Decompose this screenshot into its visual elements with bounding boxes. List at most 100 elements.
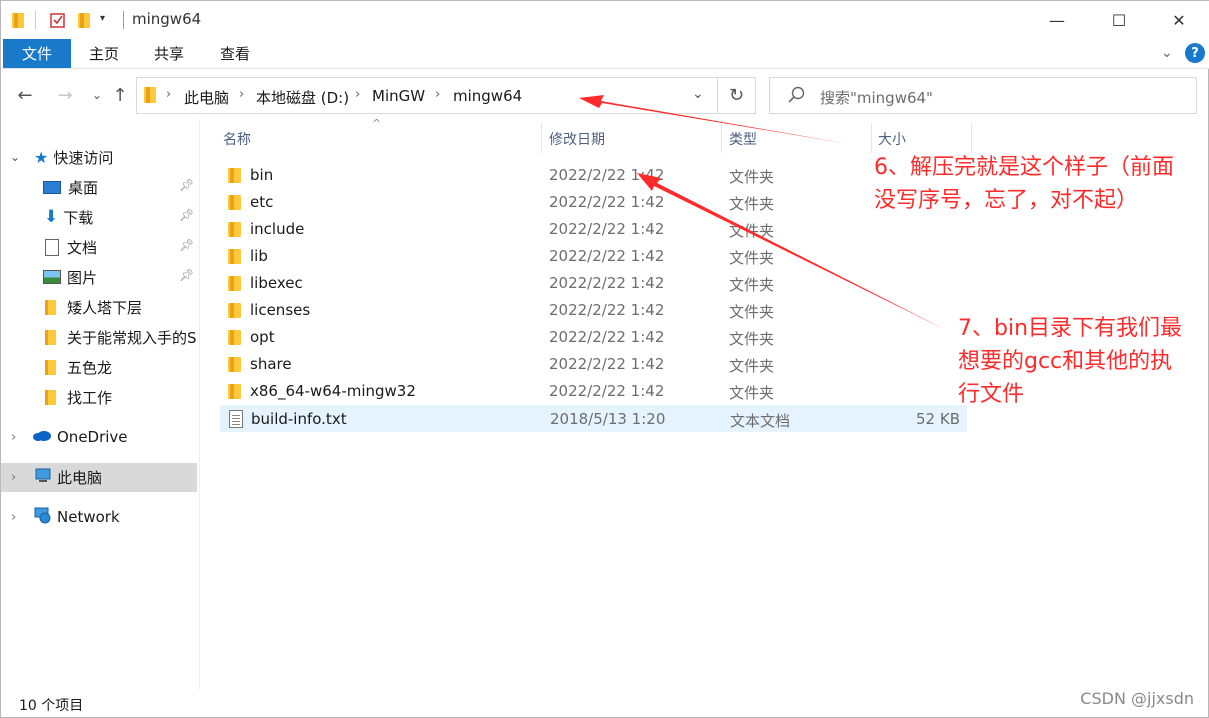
properties-icon[interactable] — [49, 11, 67, 29]
tab-home[interactable]: 主页 — [79, 39, 129, 68]
sidebar-item-downloads[interactable]: ⬇ 下载 📌︎ — [1, 203, 197, 231]
file-type: 文件夹 — [729, 168, 775, 186]
chevron-right-icon[interactable]: › — [11, 430, 25, 445]
address-dropdown-icon[interactable]: ⌄ — [692, 86, 704, 102]
breadcrumb-local-disk[interactable]: 本地磁盘 (D:) — [256, 87, 349, 108]
file-row[interactable]: build-info.txt 2018/5/13 1:20 文本文档 52 KB — [220, 405, 967, 432]
sidebar-item-folder[interactable]: 五色龙 — [1, 353, 197, 381]
folder-icon — [45, 299, 56, 315]
pin-icon: 📌︎ — [179, 238, 195, 252]
maximize-button[interactable]: ☐ — [1088, 1, 1150, 39]
file-name: x86_64-w64-mingw32 — [250, 382, 416, 400]
customize-toolbar-icon[interactable]: ▾ — [100, 13, 110, 31]
pin-icon: 📌︎ — [179, 208, 195, 222]
download-arrow-icon: ⬇ — [44, 207, 59, 227]
sidebar-item-onedrive[interactable]: › OneDrive — [1, 423, 197, 451]
annotation-note-6: 6、解压完就是这个样子（前面 没写序号，忘了，对不起） — [874, 155, 1174, 213]
expand-ribbon-icon[interactable]: ⌄ — [1161, 45, 1173, 61]
search-input[interactable]: 搜索"mingw64" — [820, 87, 933, 108]
column-resize-handle[interactable] — [541, 123, 542, 153]
sidebar-item-network[interactable]: › Network — [1, 503, 197, 531]
column-resize-handle[interactable] — [871, 123, 872, 153]
file-name: build-info.txt — [251, 410, 347, 428]
column-header-name[interactable]: 名称 — [223, 129, 251, 149]
file-name: bin — [250, 166, 274, 184]
sidebar-item-folder[interactable]: 找工作 — [1, 383, 197, 411]
search-box[interactable]: 搜索"mingw64" — [769, 77, 1197, 114]
file-type: 文件夹 — [729, 195, 775, 213]
sidebar-item-folder[interactable]: 矮人塔下层 — [1, 293, 197, 321]
column-header-type[interactable]: 类型 — [729, 129, 757, 149]
file-name: lib — [250, 247, 268, 265]
sidebar-item-folder[interactable]: 关于能常规入手的S — [1, 323, 197, 351]
folder-icon — [11, 11, 25, 29]
tab-share[interactable]: 共享 — [143, 39, 195, 68]
file-row[interactable]: share 2022/2/22 1:42 文件夹 — [220, 351, 967, 378]
new-folder-icon[interactable] — [77, 11, 91, 29]
sidebar-item-desktop[interactable]: 桌面 📌︎ — [1, 173, 197, 201]
chevron-down-icon[interactable]: ⌄ — [10, 150, 24, 164]
file-name: opt — [250, 328, 275, 346]
file-row[interactable]: licenses 2022/2/22 1:42 文件夹 — [220, 297, 967, 324]
file-type: 文件夹 — [729, 222, 775, 240]
file-size: 52 KB — [916, 410, 960, 428]
back-arrow-icon[interactable]: ← — [13, 83, 37, 107]
sidebar-item-quick-access[interactable]: ⌄ ★ 快速访问 — [1, 143, 197, 171]
breadcrumb-mingw64[interactable]: mingw64 — [453, 87, 522, 105]
column-resize-handle[interactable] — [971, 123, 972, 153]
column-header-date[interactable]: 修改日期 — [549, 129, 605, 149]
folder-icon — [45, 389, 56, 405]
file-type: 文件夹 — [729, 276, 775, 294]
sidebar-item-pictures[interactable]: 图片 📌︎ — [1, 263, 197, 291]
pin-icon: 📌︎ — [179, 268, 195, 282]
file-row[interactable]: bin 2022/2/22 1:42 文件夹 — [220, 162, 967, 189]
folder-icon — [45, 359, 56, 375]
file-name: share — [250, 355, 292, 373]
tab-view[interactable]: 查看 — [209, 39, 261, 68]
computer-icon — [34, 468, 52, 488]
chevron-right-icon: › — [355, 87, 361, 102]
recent-locations-icon[interactable]: ⌄ — [85, 83, 109, 107]
file-date: 2022/2/22 1:42 — [549, 382, 665, 400]
file-row[interactable]: include 2022/2/22 1:42 文件夹 — [220, 216, 967, 243]
chevron-right-icon: › — [239, 87, 245, 102]
file-row[interactable]: x86_64-w64-mingw32 2022/2/22 1:42 文件夹 — [220, 378, 967, 405]
file-date: 2022/2/22 1:42 — [549, 355, 665, 373]
pin-icon: 📌︎ — [179, 178, 195, 192]
file-date: 2022/2/22 1:42 — [549, 166, 665, 184]
file-type: 文件夹 — [729, 384, 775, 402]
help-icon[interactable]: ? — [1185, 43, 1205, 63]
file-name: include — [250, 220, 305, 238]
chevron-right-icon[interactable]: › — [11, 470, 25, 485]
column-header-size[interactable]: 大小 — [878, 129, 906, 149]
close-button[interactable]: ✕ — [1148, 1, 1209, 39]
minimize-button[interactable]: — — [1026, 1, 1088, 39]
window-title: mingw64 — [132, 10, 202, 28]
refresh-icon[interactable]: ↻ — [718, 77, 756, 114]
column-resize-handle[interactable] — [721, 123, 722, 153]
file-type: 文件夹 — [729, 303, 775, 321]
file-type: 文本文档 — [730, 412, 791, 430]
chevron-right-icon: › — [435, 87, 441, 102]
chevron-right-icon[interactable]: › — [11, 510, 25, 525]
folder-icon — [228, 384, 241, 399]
address-bar[interactable]: › 此电脑 › 本地磁盘 (D:) › MinGW › mingw64 ⌄ — [136, 77, 718, 114]
file-type: 文件夹 — [729, 249, 775, 267]
breadcrumb-this-pc[interactable]: 此电脑 — [184, 87, 229, 108]
sidebar-item-documents[interactable]: 文档 📌︎ — [1, 233, 197, 261]
up-arrow-icon[interactable]: ↑ — [108, 83, 132, 107]
forward-arrow-icon[interactable]: → — [53, 83, 77, 107]
text-file-icon — [229, 410, 243, 428]
folder-icon — [228, 330, 241, 345]
file-type: 文件夹 — [729, 330, 775, 348]
sidebar-item-this-pc[interactable]: › 此电脑 — [1, 463, 197, 492]
file-date: 2022/2/22 1:42 — [549, 220, 665, 238]
file-row[interactable]: etc 2022/2/22 1:42 文件夹 — [220, 189, 967, 216]
tab-file[interactable]: 文件 — [3, 39, 71, 68]
file-row[interactable]: lib 2022/2/22 1:42 文件夹 — [220, 243, 967, 270]
file-row[interactable]: opt 2022/2/22 1:42 文件夹 — [220, 324, 967, 351]
breadcrumb-mingw[interactable]: MinGW — [372, 87, 425, 105]
file-row[interactable]: libexec 2022/2/22 1:42 文件夹 — [220, 270, 967, 297]
folder-icon — [228, 276, 241, 291]
file-date: 2022/2/22 1:42 — [549, 301, 665, 319]
